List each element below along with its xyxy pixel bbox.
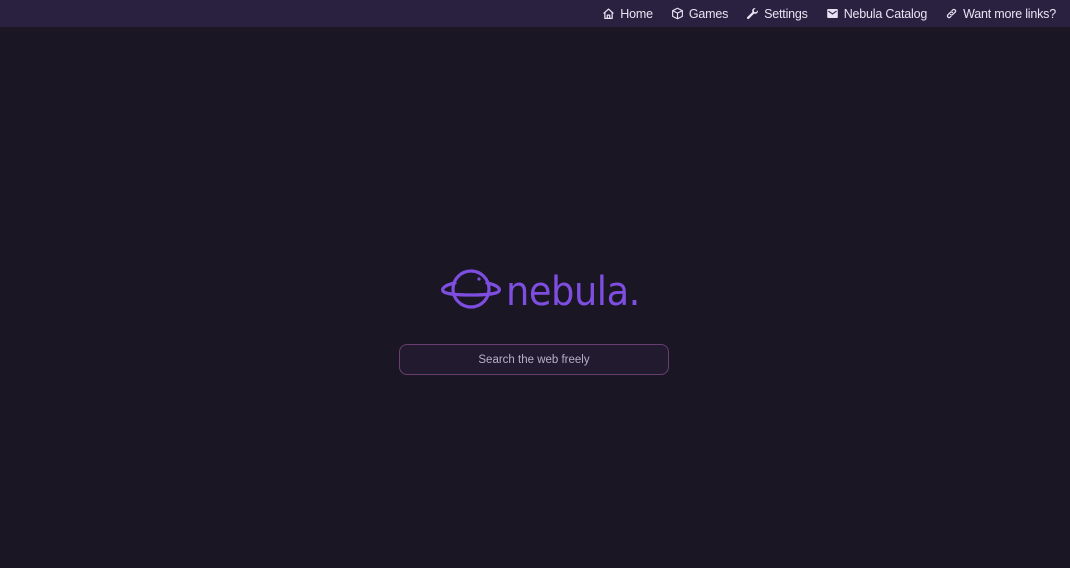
top-nav-bar: Home Games Settings Nebula Catalog Want … <box>0 0 1070 27</box>
nebula-logo: nebula. <box>440 266 652 317</box>
nav-catalog-link[interactable]: Nebula Catalog <box>826 7 927 21</box>
nav-home-label: Home <box>620 6 653 21</box>
cube-icon <box>671 7 684 20</box>
search-input[interactable] <box>399 344 669 375</box>
logo-wordmark: nebula. <box>506 268 640 315</box>
nav-settings-label: Settings <box>764 6 808 21</box>
nav-catalog-label: Nebula Catalog <box>843 6 928 21</box>
planet-icon <box>440 266 502 317</box>
nav-links-link[interactable]: Want more links? <box>945 7 1056 21</box>
home-icon <box>602 7 615 20</box>
nav-home-link[interactable]: Home <box>602 7 653 21</box>
nav-games-link[interactable]: Games <box>671 7 728 21</box>
envelope-icon <box>826 7 839 20</box>
link-icon <box>945 7 958 20</box>
wrench-icon <box>746 7 759 20</box>
nav-settings-link[interactable]: Settings <box>746 7 808 21</box>
nav-links-label: Want more links? <box>963 6 1056 21</box>
nav-games-label: Games <box>688 6 729 21</box>
